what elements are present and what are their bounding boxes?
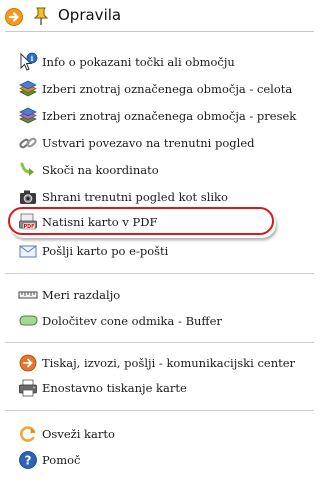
menu-item-jump-coordinate[interactable]: Skoči na koordinato xyxy=(18,160,308,180)
menu-item-info[interactable]: i Info o pokazani točki ali območju xyxy=(18,52,308,72)
pin-icon[interactable] xyxy=(33,6,49,26)
menu-item-label: Ustvari povezavo na trenutni pogled xyxy=(42,136,255,150)
menu-item-send-email[interactable]: Pošlji karto po e-pošti xyxy=(18,241,308,261)
menu-item-simple-print[interactable]: Enostavno tiskanje karte xyxy=(18,378,308,398)
menu-item-measure[interactable]: Meri razdaljo xyxy=(18,285,308,305)
panel-title: Opravila xyxy=(58,6,122,24)
menu-item-label: Pošlji karto po e-pošti xyxy=(42,244,169,258)
svg-text:?: ? xyxy=(25,453,32,467)
menu-item-label: Natisni karto v PDF xyxy=(42,215,158,229)
menu-item-communication-center[interactable]: Tiskaj, izvozi, pošlji - komunikacijski … xyxy=(18,353,308,373)
envelope-icon xyxy=(19,245,37,258)
menu-item-label: Pomoč xyxy=(42,453,81,467)
menu-item-label: Tiskaj, izvozi, pošlji - komunikacijski … xyxy=(42,356,296,370)
menu-item-label: Izberi znotraj označenega območja - pres… xyxy=(42,109,297,123)
svg-text:i: i xyxy=(31,54,34,63)
menu-item-label: Izberi znotraj označenega območja - celo… xyxy=(42,82,293,96)
menu-item-label: Enostavno tiskanje karte xyxy=(42,381,187,395)
chain-link-icon xyxy=(19,137,37,149)
menu-item-label: Skoči na koordinato xyxy=(42,163,159,177)
communication-center-icon xyxy=(19,354,37,372)
printer-icon xyxy=(19,379,37,397)
panel-header: Opravila xyxy=(0,0,319,34)
menu-item-label: Osveži karto xyxy=(42,427,115,441)
camera-icon xyxy=(20,190,36,204)
svg-text:PDF: PDF xyxy=(24,224,35,230)
help-icon: ? xyxy=(19,451,37,469)
pdf-icon: PDF xyxy=(19,213,37,230)
buffer-shape-icon xyxy=(19,315,38,326)
info-cursor-icon: i xyxy=(20,52,38,71)
header-divider xyxy=(5,31,314,32)
layers-select-icon xyxy=(19,80,37,97)
section-divider xyxy=(5,410,314,411)
jump-arrow-icon xyxy=(20,162,34,176)
menu-item-label: Info o pokazani točki ali območju xyxy=(42,55,235,69)
menu-item-label: Shrani trenutni pogled kot sliko xyxy=(42,190,228,204)
section-divider xyxy=(5,342,314,343)
collapse-arrow-icon[interactable] xyxy=(5,8,23,26)
menu-item-label: Določitev cone odmika - Buffer xyxy=(42,314,222,328)
menu-item-buffer[interactable]: Določitev cone odmika - Buffer xyxy=(18,311,308,331)
menu-item-create-link[interactable]: Ustvari povezavo na trenutni pogled xyxy=(18,133,308,153)
refresh-icon xyxy=(20,426,36,442)
menu-item-print-pdf[interactable]: PDF Natisni karto v PDF xyxy=(18,212,308,232)
ruler-icon xyxy=(18,291,38,299)
menu-item-select-intersect[interactable]: Izberi znotraj označenega območja - pres… xyxy=(18,106,308,126)
menu-item-help[interactable]: ? Pomoč xyxy=(18,450,308,470)
menu-item-select-all[interactable]: Izberi znotraj označenega območja - celo… xyxy=(18,79,308,99)
section-divider xyxy=(5,273,314,274)
layers-intersect-icon xyxy=(19,107,37,124)
menu-item-save-image[interactable]: Shrani trenutni pogled kot sliko xyxy=(18,187,308,207)
menu-item-refresh[interactable]: Osveži karto xyxy=(18,424,308,444)
menu-item-label: Meri razdaljo xyxy=(42,288,121,302)
